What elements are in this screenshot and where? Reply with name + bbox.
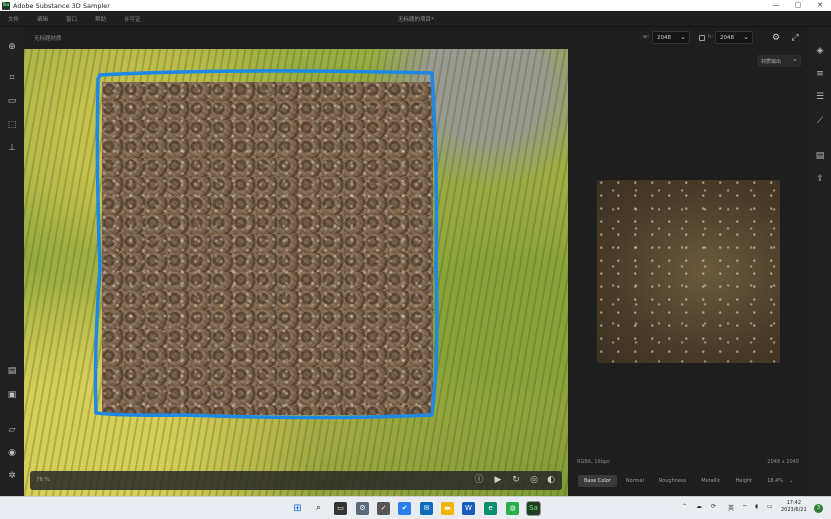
crop-icon[interactable]: ⌗ — [6, 72, 18, 84]
minimize-button[interactable]: — — [765, 0, 787, 11]
taskbar: ⊞ ⌕ ▭ ⚙ ✓ ✔ ✉ ▬ W e ◍ Sa ⌃ ☁ ⟳ 英 ⌔ ◖ ▭ 1… — [0, 496, 831, 519]
properties-icon[interactable]: ≡ — [814, 68, 826, 80]
width-select[interactable]: 2048 ⌄ — [652, 31, 690, 44]
height-value: 2048 — [720, 35, 734, 41]
clock-time: 17:42 — [786, 500, 802, 506]
volume-icon[interactable]: ◖ — [755, 503, 758, 510]
material-preview — [597, 180, 780, 363]
width-value: 2048 — [657, 35, 671, 41]
viewport-settings-icon[interactable]: ⚙ — [770, 32, 782, 44]
wechat-app-icon[interactable]: ◍ — [506, 502, 519, 515]
archive-icon[interactable]: ▤ — [6, 365, 18, 377]
viewport-bottom-bar: 76 % ⓘ ▶ ↻ ◎ ◐ — [30, 471, 562, 490]
menu-license[interactable]: 许可证 — [124, 15, 141, 23]
search-icon[interactable]: ⌕ — [312, 502, 325, 515]
notification-badge[interactable]: 3 — [814, 504, 823, 513]
tab-base-color[interactable]: Base Color — [578, 475, 617, 487]
clock-date: 2023/6/21 — [781, 507, 807, 513]
todo-app-icon[interactable]: ✓ — [377, 502, 390, 515]
window-controls: — ▢ ✕ — [765, 0, 831, 11]
view-mode-icon[interactable]: ◐ — [545, 474, 557, 486]
settings-app-icon[interactable]: ⚙ — [356, 502, 369, 515]
right-toolbar: ◈ ≡ ☰ ⟋ ▤ ⇪ — [808, 27, 831, 496]
menu-bar: 文件 编辑 窗口 帮助 许可证 无标题的项目* — [0, 11, 831, 27]
chevron-down-icon[interactable]: ⌄ — [789, 478, 793, 484]
window-titlebar: Sa Adobe Substance 3D Sampler — ▢ ✕ — [0, 0, 831, 11]
start-icon[interactable]: ⊞ — [291, 502, 304, 515]
lock-icon[interactable] — [699, 35, 705, 41]
zoom-level[interactable]: 76 % — [36, 477, 50, 483]
width-label: w: — [643, 34, 650, 40]
display-icon[interactable]: ▱ — [6, 424, 18, 436]
target-icon[interactable]: ◎ — [528, 474, 540, 486]
hand-drawn-outline — [93, 69, 439, 420]
stamp-icon[interactable]: ⊥ — [6, 142, 18, 154]
output-select[interactable]: 材质输出 ⌄ — [757, 55, 801, 67]
environment-icon[interactable]: ◉ — [6, 447, 18, 459]
perspective-icon[interactable]: ▭ — [6, 95, 18, 107]
battery-icon[interactable]: ▭ — [767, 503, 773, 510]
viewport-topbar: 无标题材质 w: 2048 ⌄ h: 2048 ⌄ ⚙ ⤢ — [24, 27, 808, 49]
project-title: 无标题的项目* — [398, 17, 434, 23]
mail-app-icon[interactable]: ✉ — [420, 502, 433, 515]
chevron-up-icon[interactable]: ⌃ — [682, 503, 687, 510]
tab-normal[interactable]: Normal — [620, 475, 650, 487]
add-layer-icon[interactable]: ⊕ — [6, 41, 18, 53]
app-logo-icon: Sa — [2, 1, 10, 10]
close-button[interactable]: ✕ — [809, 0, 831, 11]
export-icon[interactable]: ⇪ — [814, 173, 826, 185]
task-view-icon[interactable]: ▭ — [334, 502, 347, 515]
height-select[interactable]: 2048 ⌄ — [715, 31, 753, 44]
menu-window[interactable]: 窗口 — [66, 15, 77, 23]
wifi-icon[interactable]: ⌔ — [742, 503, 748, 511]
transform-icon[interactable]: ⬚ — [6, 119, 18, 131]
measure-icon[interactable]: ⟋ — [814, 115, 826, 127]
tab-roughness[interactable]: Roughness — [653, 475, 692, 487]
edge-browser-icon[interactable]: e — [484, 502, 497, 515]
document-icon[interactable]: ▤ — [814, 150, 826, 162]
tasks-app-icon[interactable]: ✔ — [398, 502, 411, 515]
menu-file[interactable]: 文件 — [8, 15, 19, 23]
sampler-app-icon[interactable]: Sa — [526, 501, 541, 516]
sync-icon[interactable]: ⟳ — [711, 503, 716, 510]
file-explorer-icon[interactable]: ▬ — [441, 502, 454, 515]
word-app-icon[interactable]: W — [462, 502, 475, 515]
left-toolbar: ⊕ ⌗ ▭ ⬚ ⊥ ▤ ▣ ▱ ◉ ✲ — [0, 27, 24, 496]
output-select-value: 材质输出 — [761, 59, 782, 65]
fullscreen-icon[interactable]: ⤢ — [789, 32, 801, 44]
material-name: 无标题材质 — [34, 36, 62, 42]
adjustments-icon[interactable]: ☰ — [814, 91, 826, 103]
texture-resolution: 2048 x 2048 — [767, 459, 799, 465]
tab-height[interactable]: Height — [730, 475, 759, 487]
ime-indicator[interactable]: 英 — [728, 503, 734, 512]
texture-format: RGBA, 16bpc — [577, 459, 610, 465]
chevron-down-icon: ⌄ — [743, 33, 749, 41]
window-title: Adobe Substance 3D Sampler — [13, 1, 110, 10]
menu-help[interactable]: 帮助 — [95, 15, 106, 23]
cloud-icon[interactable]: ☁ — [696, 503, 702, 510]
layers-icon[interactable]: ◈ — [814, 45, 826, 57]
menu-edit[interactable]: 编辑 — [37, 15, 48, 23]
chevron-down-icon: ⌄ — [680, 33, 686, 41]
clock[interactable]: 17:42 2023/6/21 — [781, 500, 807, 514]
info-icon[interactable]: ⓘ — [473, 474, 485, 486]
height-label: h: — [708, 34, 714, 40]
rotate-icon[interactable]: ↻ — [510, 474, 522, 486]
chevron-down-icon: ⌄ — [792, 55, 798, 63]
maximize-button[interactable]: ▢ — [787, 0, 809, 11]
channel-tabs: Base Color Normal Roughness Metallic Hei… — [578, 474, 800, 488]
settings-icon[interactable]: ✲ — [6, 470, 18, 482]
toolbox-icon[interactable]: ▣ — [6, 389, 18, 401]
preview-panel: 材质输出 ⌄ RGBA, 16bpc 2048 x 2048 Base Colo… — [568, 49, 808, 496]
viewport-2d[interactable]: 76 % ⓘ ▶ ↻ ◎ ◐ — [24, 49, 568, 496]
tab-metallic[interactable]: Metallic — [695, 475, 726, 487]
preview-zoom[interactable]: 18.4% — [767, 478, 783, 484]
camera-icon[interactable]: ▶ — [492, 474, 504, 486]
